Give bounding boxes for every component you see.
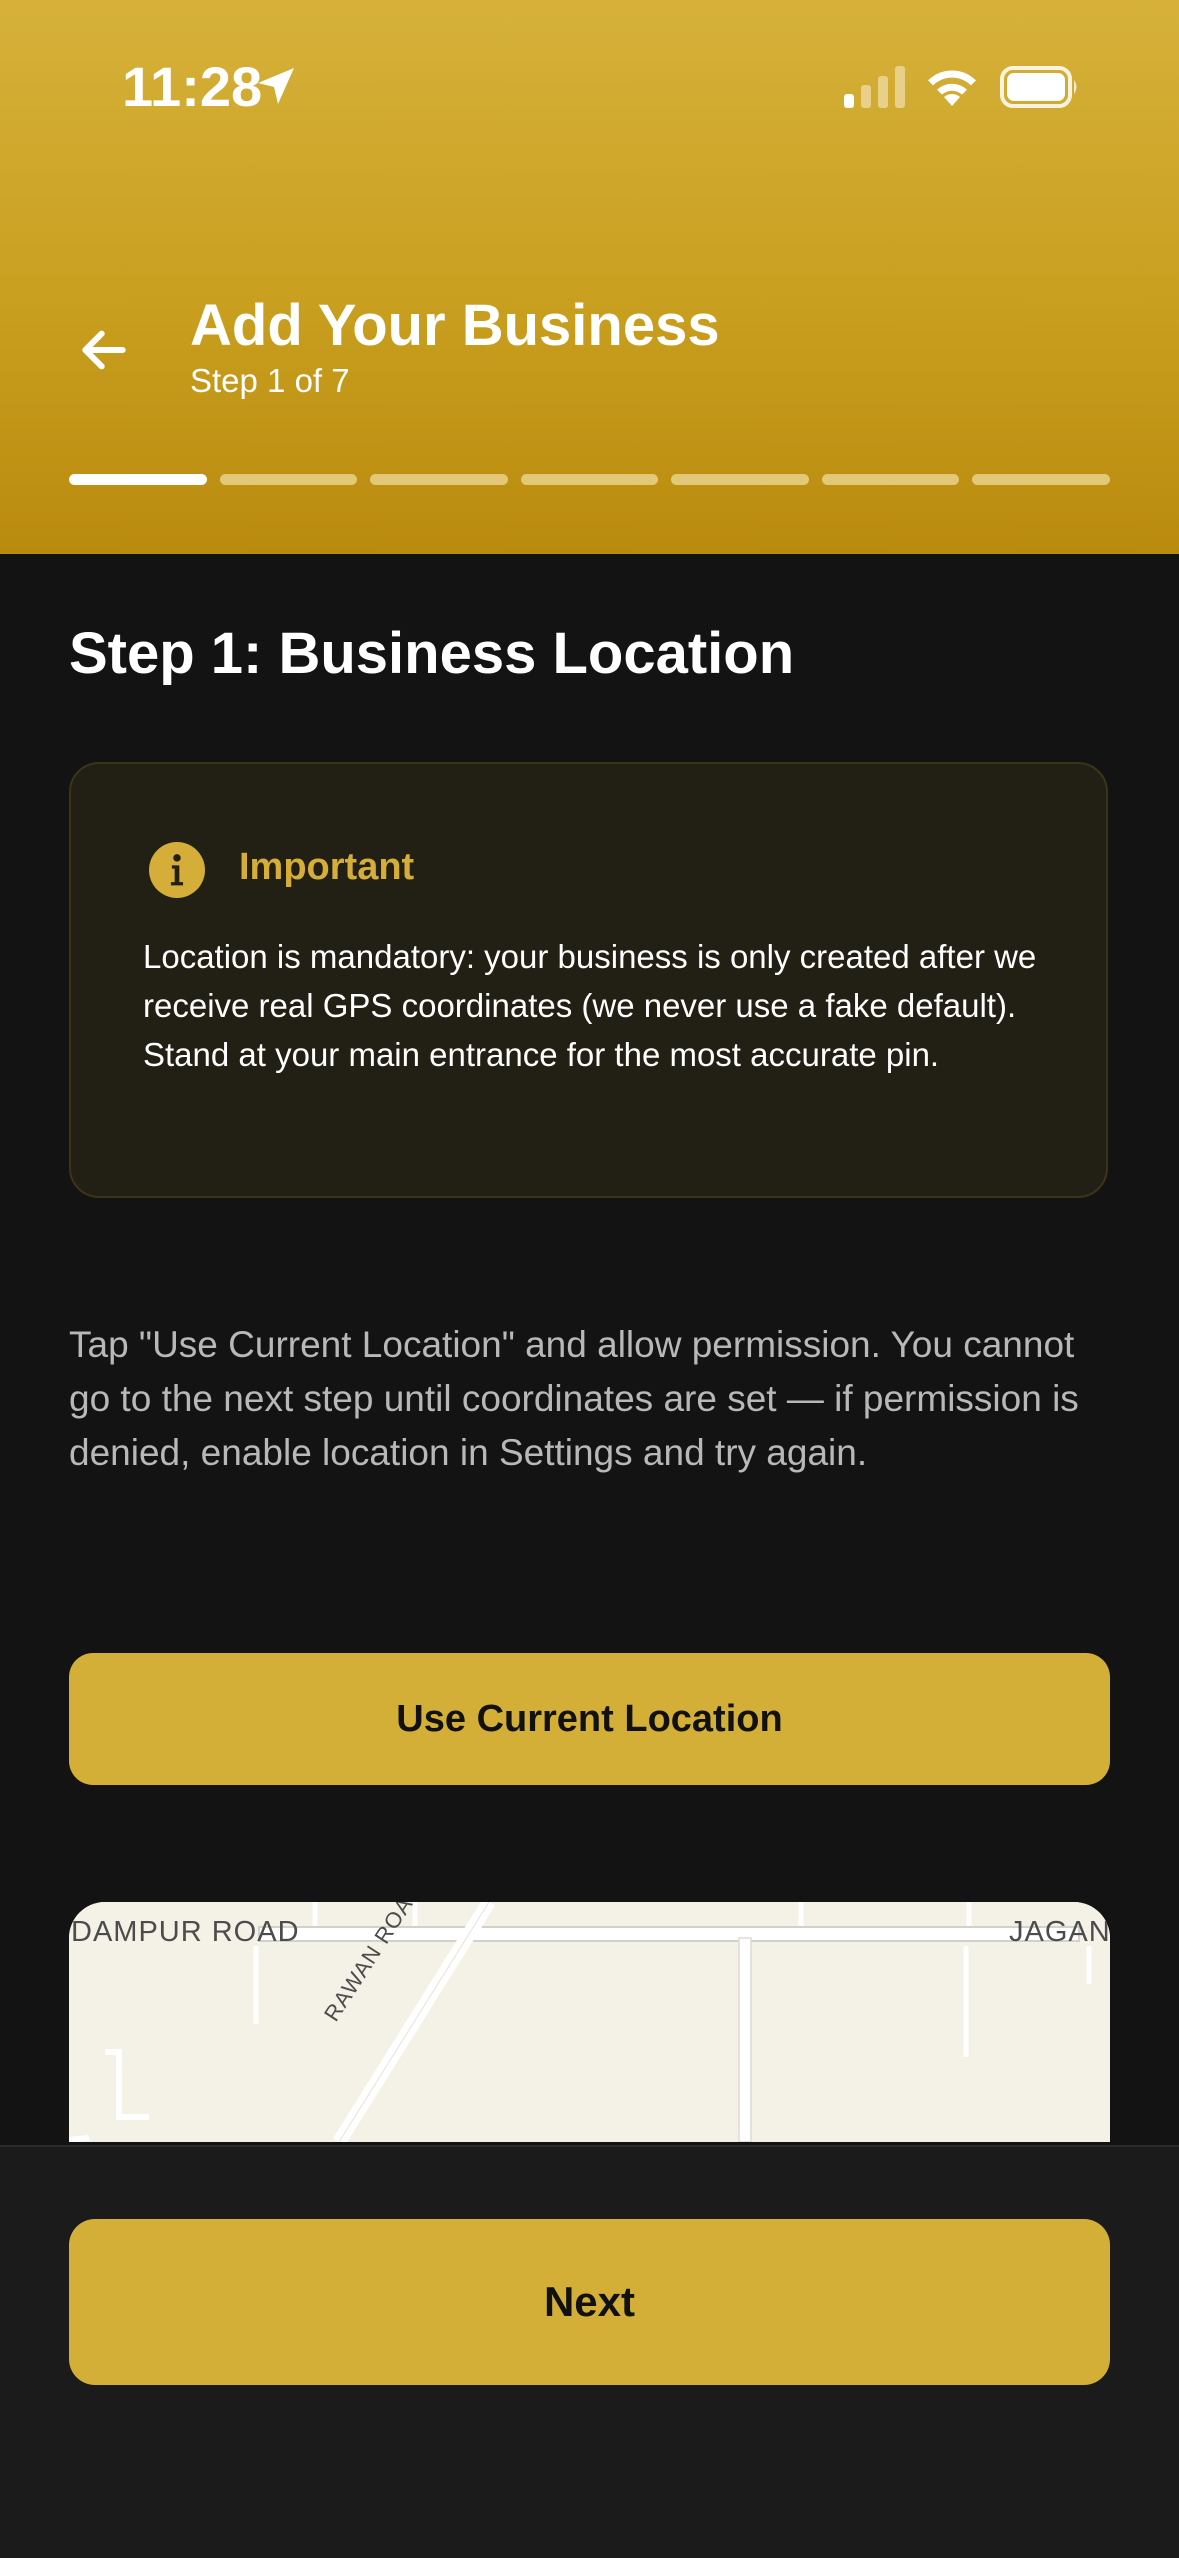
progress-segment	[219, 474, 358, 485]
step-indicator: Step 1 of 7	[190, 362, 350, 399]
notice-body: Location is mandatory: your business is …	[143, 938, 1037, 1073]
map-street-label: DAMPUR ROAD	[71, 1916, 300, 1948]
step-heading: Step 1: Business Location	[69, 621, 795, 686]
progress-segment	[821, 474, 960, 485]
back-button[interactable]	[64, 310, 144, 390]
arrow-left-icon	[82, 330, 126, 370]
status-time: 11:28	[122, 55, 263, 118]
next-button[interactable]: Next	[69, 2219, 1110, 2385]
battery-icon	[1000, 66, 1077, 108]
use-current-location-button[interactable]: Use Current Location	[69, 1653, 1110, 1785]
progress-segment-active	[69, 474, 207, 485]
cellular-signal-icon	[844, 66, 905, 108]
info-icon	[149, 842, 205, 898]
page-title: Add Your Business	[190, 293, 720, 358]
map-street-label: JAGAN	[1009, 1916, 1110, 1948]
progress-segment	[972, 474, 1110, 485]
map-preview[interactable]: DAMPUR ROAD JAGAN RAWAN ROAD	[69, 1902, 1110, 2142]
notice-title: Important	[239, 846, 415, 888]
step-progress-bar	[69, 474, 1110, 485]
app-header: 11:28 Add Your Business Step 1 of 7	[0, 0, 1179, 554]
wifi-icon	[928, 70, 976, 106]
location-arrow-icon	[258, 68, 294, 104]
location-instructions: Tap "Use Current Location" and allow per…	[69, 1324, 1079, 1473]
progress-segment	[520, 474, 659, 485]
progress-segment	[671, 474, 809, 485]
bottom-action-bar: Next	[0, 2145, 1179, 2558]
progress-segment	[370, 474, 508, 485]
important-notice-card: Important Location is mandatory: your bu…	[69, 762, 1108, 1198]
